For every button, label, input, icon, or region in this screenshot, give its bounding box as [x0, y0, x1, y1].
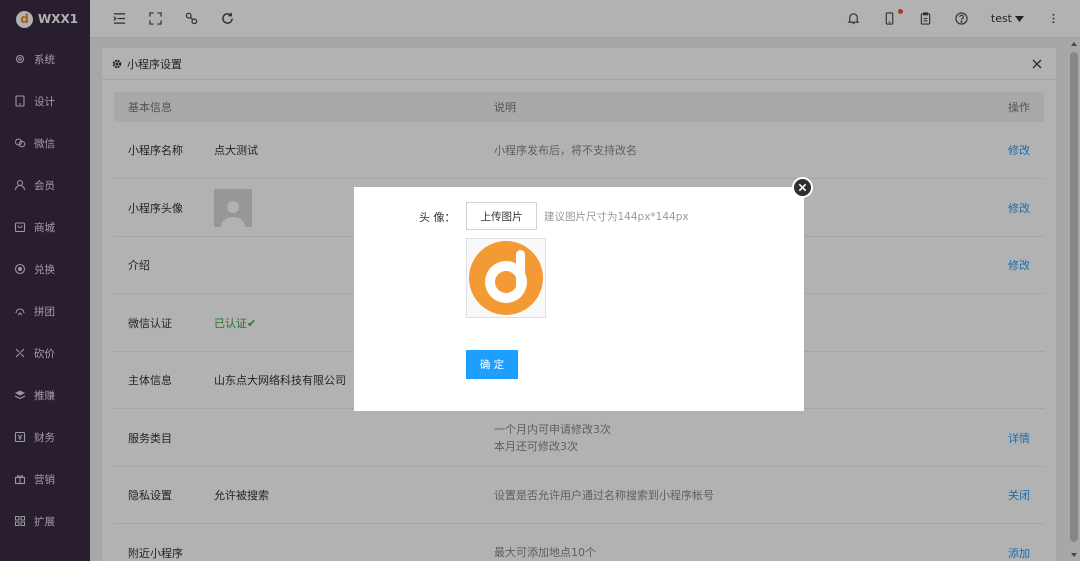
brand-logo-icon — [469, 241, 543, 315]
avatar-preview — [466, 238, 546, 318]
confirm-button[interactable]: 确 定 — [466, 350, 518, 379]
avatar-upload-dialog: 头 像： 上传图片 建议图片尺寸为144px*144px 确 定 — [354, 187, 804, 411]
dialog-close-icon[interactable] — [792, 177, 813, 198]
avatar-field-label: 头 像： — [419, 211, 456, 224]
upload-image-button[interactable]: 上传图片 — [466, 202, 537, 230]
image-size-hint: 建议图片尺寸为144px*144px — [544, 211, 689, 223]
